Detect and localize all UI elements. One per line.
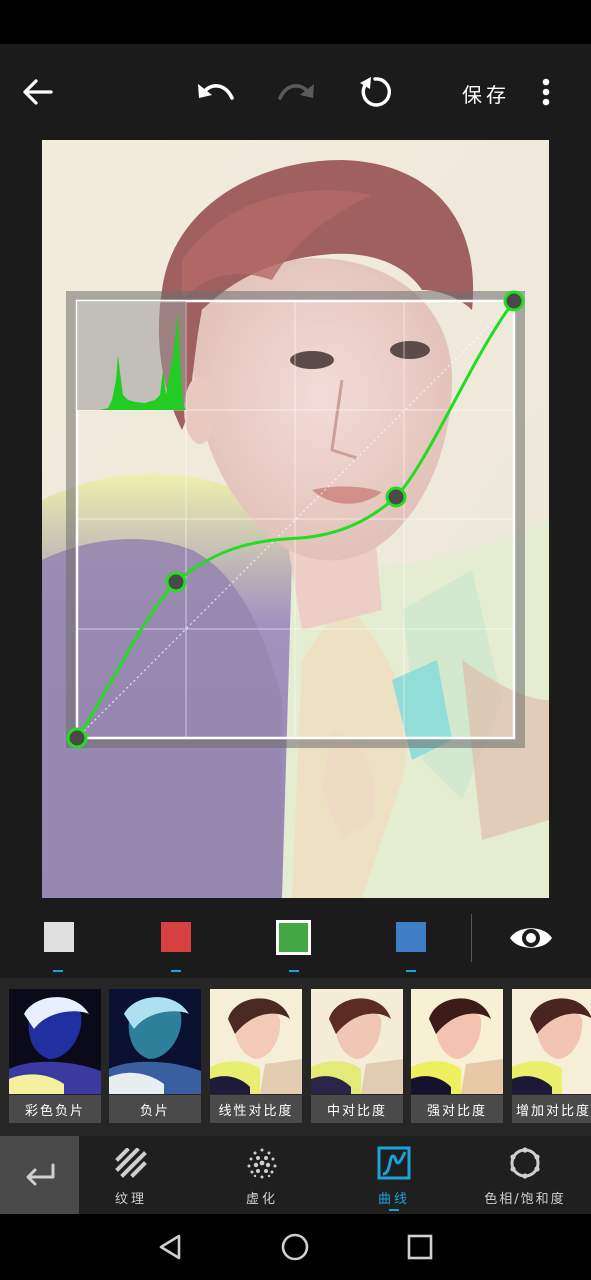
- blur-dots-icon: [245, 1146, 279, 1180]
- filter-label: 线性对比度: [210, 1095, 302, 1123]
- filter-presets-strip: 彩色负片 负片 线性对比度 中对比度 强对比度 增加对比度: [0, 978, 591, 1136]
- curve-editor[interactable]: [0, 0, 591, 898]
- filter-thumbnail: [210, 989, 302, 1094]
- enter-return-icon[interactable]: [0, 1136, 79, 1214]
- filter-preset[interactable]: 强对比度: [411, 989, 503, 1124]
- channel-red-swatch[interactable]: [161, 922, 191, 952]
- filter-thumbnail: [9, 989, 101, 1094]
- curve-point-handle: [503, 290, 525, 312]
- channel-selector: [0, 898, 591, 978]
- channel-indicator: [289, 970, 299, 972]
- channel-indicator: [53, 970, 63, 972]
- texture-stripes-icon: [115, 1146, 147, 1180]
- tab-label: 曲线: [377, 1192, 410, 1207]
- curve-point-handle: [385, 486, 407, 508]
- channel-indicator: [171, 970, 181, 972]
- tab-blur[interactable]: 虚化: [226, 1136, 298, 1214]
- filter-label: 中对比度: [311, 1095, 403, 1123]
- tab-underline: [126, 1209, 136, 1211]
- filter-preset[interactable]: 彩色负片: [9, 989, 101, 1124]
- filter-thumbnail: [109, 989, 201, 1094]
- system-navigation-bar: [0, 1214, 591, 1280]
- eye-icon[interactable]: [507, 918, 555, 958]
- tab-curves[interactable]: 曲线: [358, 1136, 430, 1214]
- tool-tabs: 纹理 虚化 曲线 色相/饱和度: [0, 1136, 591, 1214]
- channel-rgb-swatch[interactable]: [44, 922, 74, 952]
- tab-underline: [520, 1209, 530, 1211]
- channel-green-swatch[interactable]: [276, 920, 311, 955]
- triangle-back-icon[interactable]: [153, 1230, 187, 1264]
- filter-preset[interactable]: 线性对比度: [210, 989, 302, 1124]
- filter-thumbnail: [512, 989, 591, 1094]
- tab-label: 纹理: [114, 1192, 147, 1207]
- curve-icon: [377, 1146, 411, 1180]
- filter-label: 彩色负片: [9, 1095, 101, 1123]
- channel-blue-swatch[interactable]: [396, 922, 426, 952]
- tab-hue-saturation[interactable]: 色相/饱和度: [470, 1136, 580, 1214]
- filter-label: 负片: [109, 1095, 201, 1123]
- circle-home-icon[interactable]: [278, 1230, 312, 1264]
- tab-label: 虚化: [245, 1192, 278, 1207]
- curve-point-handle: [66, 727, 88, 749]
- filter-preset[interactable]: 负片: [109, 989, 201, 1124]
- filter-thumbnail: [411, 989, 503, 1094]
- filter-preset[interactable]: 增加对比度: [512, 989, 591, 1124]
- filter-preset[interactable]: 中对比度: [311, 989, 403, 1124]
- channel-indicator: [406, 970, 416, 972]
- divider: [471, 914, 472, 962]
- tab-underline: [257, 1209, 267, 1211]
- square-recents-icon[interactable]: [403, 1230, 437, 1264]
- curve-point-handle: [165, 571, 187, 593]
- filter-label: 增加对比度: [512, 1095, 591, 1123]
- tab-texture[interactable]: 纹理: [95, 1136, 167, 1214]
- tab-label: 色相/饱和度: [484, 1192, 566, 1207]
- hue-ring-icon: [508, 1146, 542, 1180]
- filter-label: 强对比度: [411, 1095, 503, 1123]
- filter-thumbnail: [311, 989, 403, 1094]
- tab-underline: [389, 1209, 399, 1211]
